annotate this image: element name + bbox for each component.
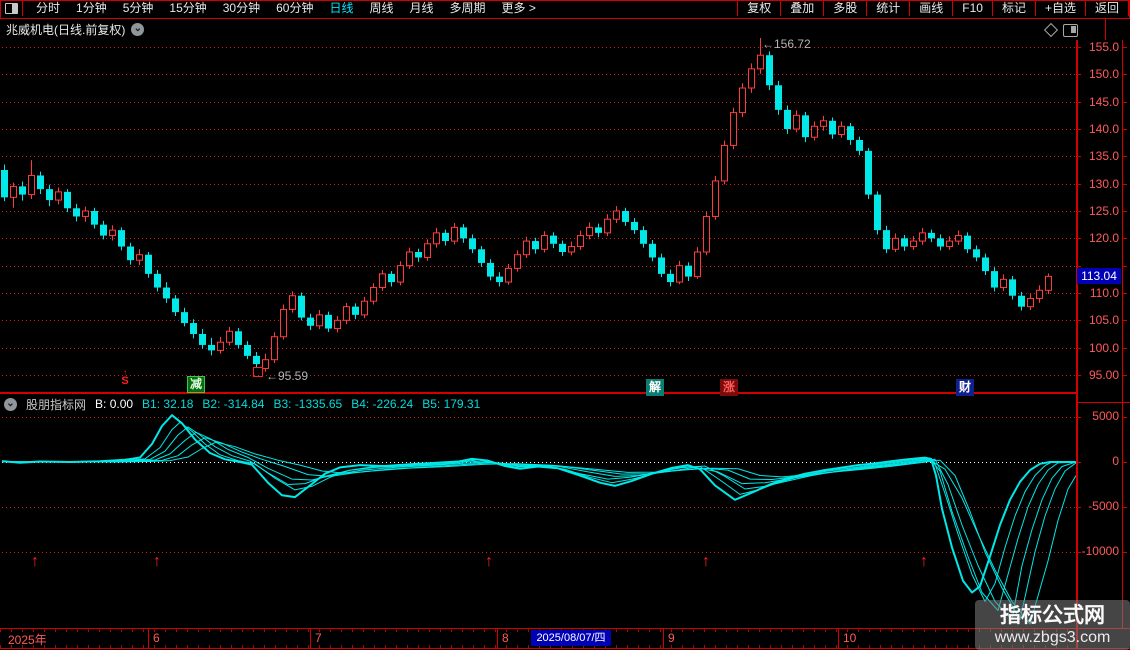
event-tag-财: 财 [956, 379, 974, 396]
year-label: 2025年 [8, 633, 47, 647]
month-label: 6 [153, 631, 160, 645]
watermark-url: www.zbgs3.com [994, 628, 1111, 646]
indicator-value-B5: B5: 179.31 [422, 397, 481, 411]
indicator-gridlines [2, 417, 1127, 553]
indicator-value-B2: B2: -314.84 [202, 397, 265, 411]
indicator-axis-label: -5000 [1088, 498, 1119, 513]
indicator-value-B: B: 0.00 [95, 397, 134, 411]
event-tag-减: 减 [187, 376, 205, 393]
month-divider-line [838, 628, 839, 648]
price-axis-label: 145.0 [1088, 94, 1119, 109]
buy-signal-arrow-icon: ↑ [920, 553, 928, 570]
price-axis-label: 105.0 [1088, 312, 1119, 327]
low-point-box [253, 367, 263, 377]
price-axis-label: 135.0 [1088, 148, 1119, 163]
candles [1, 38, 1052, 372]
buy-signal-arrow-icon: ↑ [702, 553, 710, 570]
event-tag-涨: 涨 [720, 379, 738, 396]
month-divider-line [310, 628, 311, 648]
price-axis-label: 110.0 [1089, 285, 1119, 300]
month-label: 9 [668, 631, 675, 645]
signal-letter: S [121, 375, 129, 387]
month-label: 10 [843, 631, 857, 645]
price-axis-label: 130.0 [1088, 176, 1119, 191]
buy-signal-arrow-icon: ↑ [31, 553, 39, 570]
month-divider-line [148, 628, 149, 648]
current-price-tag: 113.04 [1077, 268, 1121, 284]
indicator-axis-label: 0 [1112, 453, 1119, 468]
price-axis-label: 100.0 [1088, 340, 1119, 355]
indicator-axis-label: -10000 [1081, 543, 1119, 558]
month-label: 8 [502, 631, 509, 645]
price-axis-label: 155.0 [1088, 39, 1119, 54]
month-divider-line [663, 628, 664, 648]
price-axis-label: 150.0 [1088, 66, 1119, 81]
indicator-chevron-down-icon[interactable]: ⌄ [4, 397, 17, 411]
buy-signal-arrow-icon: ↑ [153, 553, 161, 570]
date-axis[interactable]: 2025年 2025/08/07/四 6 7 8 9 10 [0, 628, 1130, 648]
trading-app-window: 分时 1分钟 5分钟 15分钟 30分钟 60分钟 日线 周线 月线 多周期 更多 > 复权 叠加 多股… [0, 0, 1130, 650]
selected-date-label: 2025/08/07/四 [531, 630, 611, 646]
indicator-value-B1: B1: 32.18 [142, 397, 194, 411]
price-axis-label: 125.0 [1088, 203, 1119, 218]
indicator-header: ⌄ 股朋指标网 B: 0.00 B1: 32.18 B2: -314.84 B3: -… [4, 396, 480, 412]
chart-canvas [1, 38, 1127, 625]
indicator-lines [1, 414, 1076, 625]
price-axis-label: 95.00 [1088, 367, 1119, 382]
watermark: 指标公式网 www.zbgs3.com [975, 600, 1130, 650]
watermark-title: 指标公式网 [1000, 603, 1105, 627]
signal-marker: ↑ S [118, 369, 132, 387]
indicator-value-B4: B4: -226.24 [351, 397, 414, 411]
indicator-name[interactable]: 股朋指标网 [26, 396, 86, 413]
price-axis-label: 120.0 [1088, 230, 1119, 245]
buy-signal-arrow-icon: ↑ [485, 553, 493, 570]
price-annotation: ←156.72 [762, 37, 811, 51]
month-divider-line [497, 628, 498, 648]
main-gridlines [2, 47, 1127, 376]
indicator-axis-label: 5000 [1092, 408, 1119, 423]
event-tag-解: 解 [646, 379, 664, 396]
price-axis-label: 140.0 [1088, 121, 1119, 136]
indicator-value-B3: B3: -1335.65 [273, 397, 343, 411]
price-annotation: ←95.59 [266, 369, 309, 383]
month-label: 7 [315, 631, 322, 645]
